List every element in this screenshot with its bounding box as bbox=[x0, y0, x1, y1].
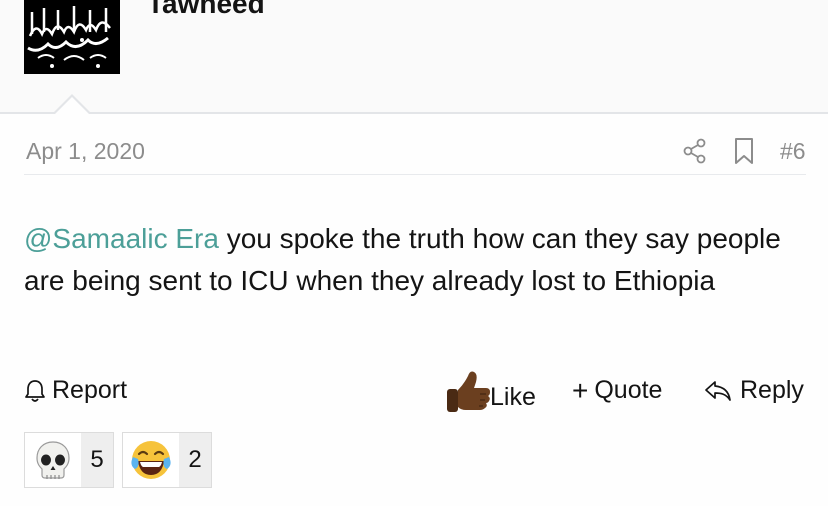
like-button[interactable]: Like bbox=[444, 368, 536, 416]
thumbs-up-icon bbox=[447, 371, 490, 412]
skull-icon bbox=[25, 433, 81, 487]
post-header: Tawheed bbox=[0, 0, 828, 114]
avatar[interactable] bbox=[24, 0, 120, 74]
reaction-skull[interactable]: 5 bbox=[24, 432, 114, 488]
plus-icon: + bbox=[572, 374, 589, 406]
user-mention-link[interactable]: @Samaalic Era bbox=[24, 223, 219, 254]
post-date[interactable]: Apr 1, 2020 bbox=[26, 138, 145, 165]
report-button[interactable]: Report bbox=[24, 376, 127, 405]
post-message: @Samaalic Era you spoke the truth how ca… bbox=[24, 218, 784, 302]
reaction-laugh[interactable]: 2 bbox=[122, 432, 212, 488]
reply-arrow-icon bbox=[705, 380, 731, 401]
reply-label: Reply bbox=[740, 376, 804, 404]
quote-button[interactable]: + Quote bbox=[572, 376, 662, 405]
post-meta: Apr 1, 2020 #6 bbox=[24, 130, 806, 175]
like-label: Like bbox=[490, 382, 536, 411]
avatar-pointer-inner bbox=[54, 97, 90, 115]
bookmark-icon[interactable] bbox=[732, 137, 756, 165]
bell-icon bbox=[25, 379, 45, 402]
avatar-banner-image bbox=[24, 0, 120, 74]
report-label: Report bbox=[52, 376, 128, 404]
reaction-count: 2 bbox=[179, 433, 211, 487]
post-number-link[interactable]: #6 bbox=[780, 138, 806, 165]
quote-label: Quote bbox=[594, 376, 663, 404]
laughing-face-icon bbox=[123, 433, 179, 487]
share-icon[interactable] bbox=[682, 138, 708, 164]
post-actions: Report Like + Quote Reply bbox=[0, 368, 828, 418]
reaction-count: 5 bbox=[81, 433, 113, 487]
reply-button[interactable]: Reply bbox=[704, 376, 804, 405]
username[interactable]: Tawheed bbox=[147, 0, 265, 20]
